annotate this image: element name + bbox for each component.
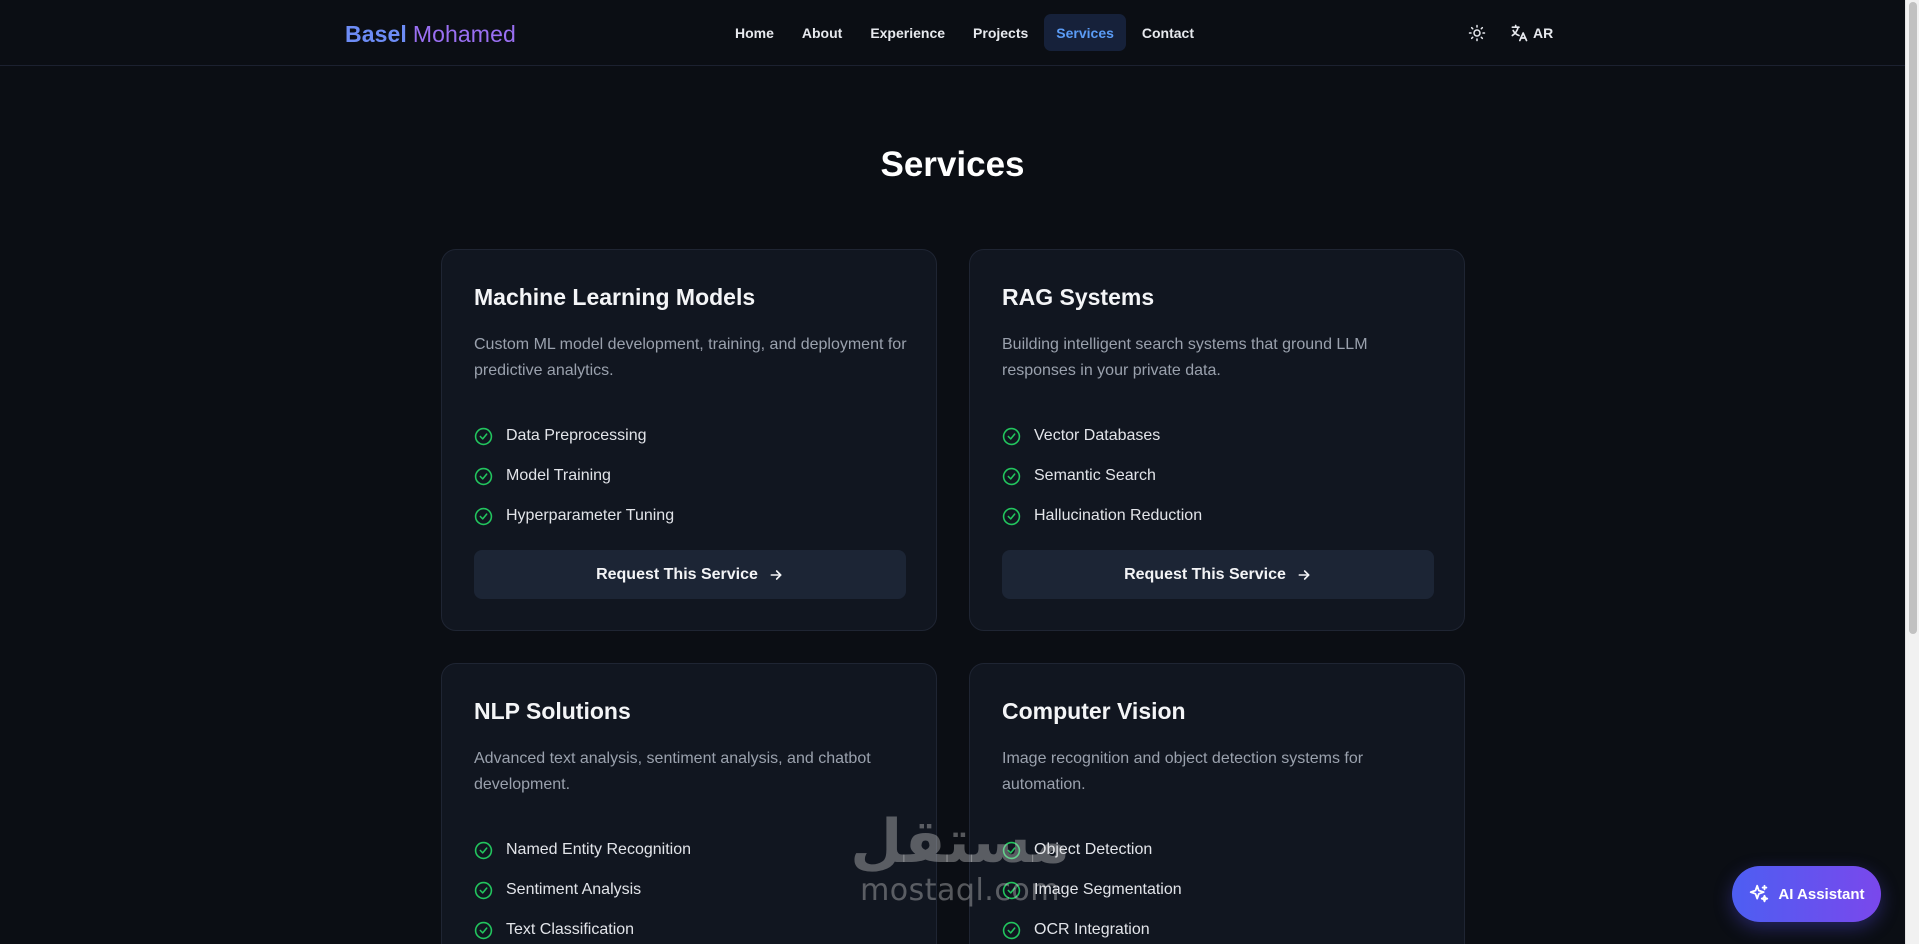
service-title: NLP Solutions [474,698,631,724]
theme-toggle-button[interactable] [1465,21,1489,45]
language-label: AR [1533,25,1554,41]
arrow-right-icon [770,569,782,580]
check-circle-icon [1002,841,1021,860]
service-description: Advanced text analysis, sentiment analys… [474,750,871,793]
check-circle-icon [1002,881,1021,900]
service-title: RAG Systems [1002,284,1155,310]
check-circle-icon [474,467,493,486]
arrow-right-icon [1298,569,1310,580]
feature-label: Text Classification [506,921,635,938]
feature-label: Image Segmentation [1034,881,1182,898]
feature-item: Semantic Search [1002,456,1442,496]
feature-item: Vector Databases [1002,416,1442,456]
feature-label: Vector Databases [1034,427,1161,444]
feature-item: Data Preprocessing [474,416,914,456]
nav-link-experience[interactable]: Experience [858,14,957,51]
service-card-nlp: NLP Solutions Advanced text analysis, se… [441,663,937,944]
service-card-ml: Machine Learning Models Custom ML model … [441,249,937,631]
page-title: Services [880,145,1025,184]
feature-item: Image Segmentation [1002,870,1442,910]
sun-icon [1468,24,1486,42]
service-description: Building intelligent search systems that… [1002,336,1368,379]
feature-label: Hallucination Reduction [1034,507,1203,524]
feature-item: Sentiment Analysis [474,870,914,910]
feature-label: Hyperparameter Tuning [506,507,675,524]
nav-link-contact[interactable]: Contact [1130,14,1206,51]
feature-item: Named Entity Recognition [474,830,914,870]
check-circle-icon [474,507,493,526]
check-circle-icon [474,881,493,900]
feature-label: Model Training [506,467,611,484]
feature-label: Sentiment Analysis [506,881,642,898]
feature-label: Data Preprocessing [506,427,647,444]
feature-list: Object Detection Image Segmentation OCR … [1002,830,1442,944]
service-title: Computer Vision [1002,698,1186,724]
service-description: Custom ML model development, training, a… [474,336,907,379]
page-scrollbar[interactable] [1905,0,1919,944]
scrollbar-thumb[interactable] [1909,2,1917,634]
feature-item: OCR Integration [1002,910,1442,944]
service-card-cv: Computer Vision Image recognition and ob… [969,663,1465,944]
feature-list: Named Entity Recognition Sentiment Analy… [474,830,914,944]
ai-assistant-button[interactable]: AI Assistant [1732,866,1881,922]
feature-item: Hallucination Reduction [1002,496,1442,536]
feature-item: Hyperparameter Tuning [474,496,914,536]
check-circle-icon [474,841,493,860]
request-button-label: Request This Service [1124,565,1286,583]
nav-link-about[interactable]: About [790,14,854,51]
sparkles-icon [1750,884,1769,903]
nav-link-projects[interactable]: Projects [961,14,1040,51]
feature-item: Model Training [474,456,914,496]
feature-list: Vector Databases Semantic Search Halluci… [1002,416,1442,536]
service-card-rag: RAG Systems Building intelligent search … [969,249,1465,631]
page: Basel Mohamed Home About Experience Proje… [0,0,1919,944]
site-header: Basel Mohamed Home About Experience Proje… [0,0,1905,66]
nav-link-home[interactable]: Home [723,14,786,51]
feature-item: Text Classification [474,910,914,944]
service-description: Image recognition and object detection s… [1002,750,1364,793]
feature-label: Semantic Search [1034,467,1156,484]
check-circle-icon [474,427,493,446]
request-button-label: Request This Service [596,565,758,583]
main-nav: Home About Experience Projects Services … [0,14,1905,51]
nav-link-services[interactable]: Services [1044,14,1126,51]
feature-label: Object Detection [1034,841,1153,858]
language-toggle-button[interactable]: AR [1509,21,1553,45]
feature-item: Object Detection [1002,830,1442,870]
feature-label: Named Entity Recognition [506,841,691,858]
request-service-button[interactable]: Request This Service [474,550,906,599]
check-circle-icon [1002,921,1021,940]
service-title: Machine Learning Models [474,284,756,310]
feature-label: OCR Integration [1034,921,1150,938]
ai-assistant-label: AI Assistant [1778,885,1865,903]
check-circle-icon [474,921,493,940]
translate-icon [1511,24,1528,42]
check-circle-icon [1002,427,1021,446]
check-circle-icon [1002,507,1021,526]
check-circle-icon [1002,467,1021,486]
feature-list: Data Preprocessing Model Training Hyperp… [474,416,914,536]
request-service-button[interactable]: Request This Service [1002,550,1434,599]
